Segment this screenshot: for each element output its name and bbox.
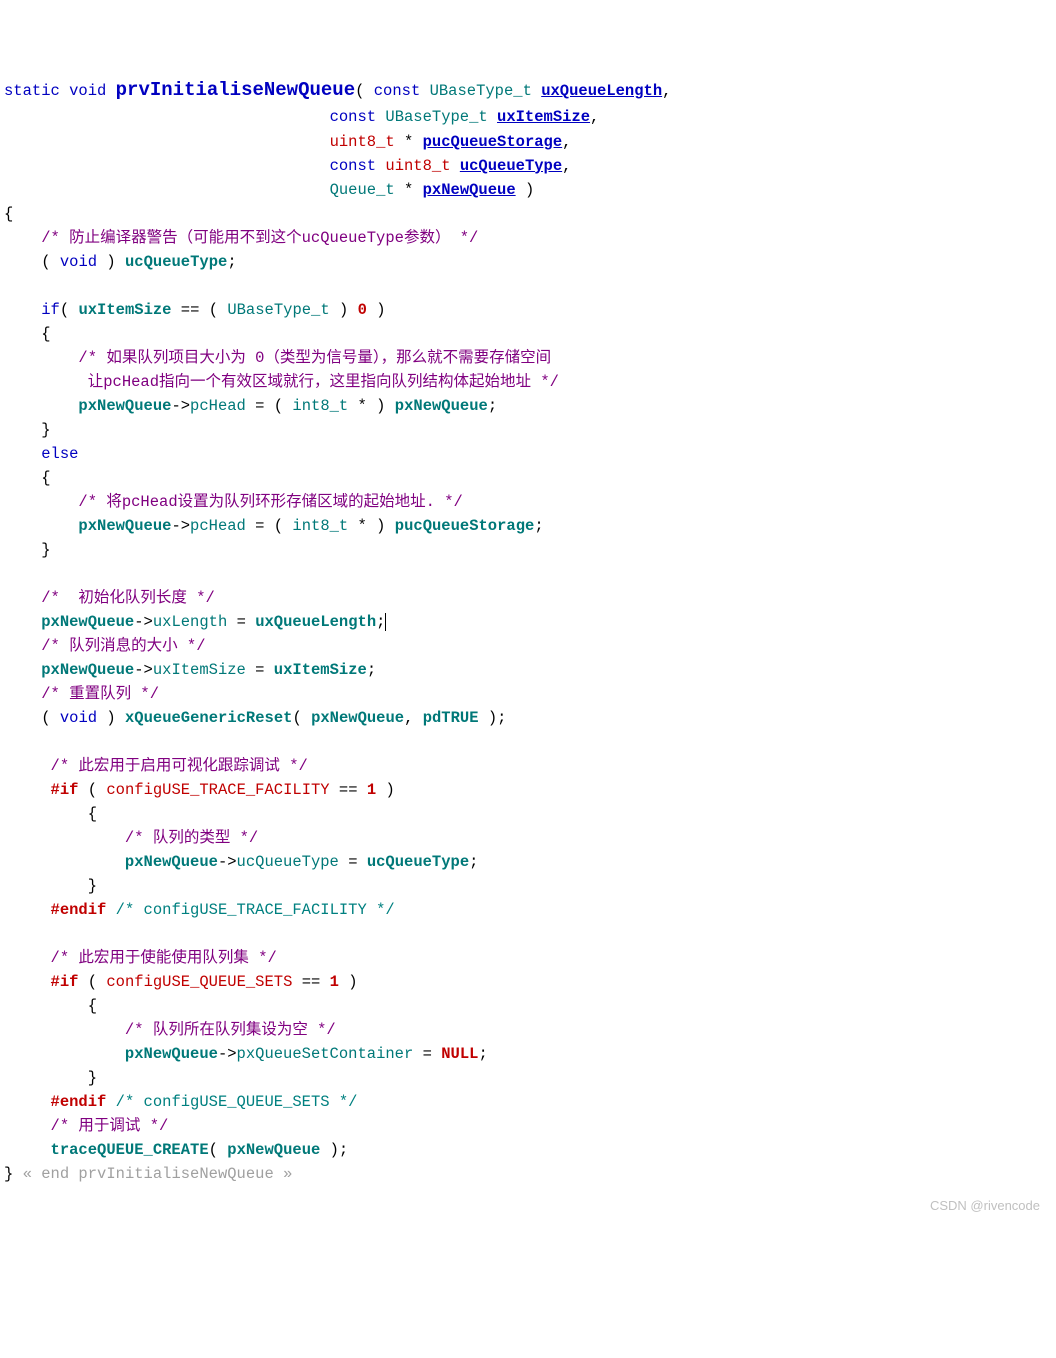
pp-if: #if xyxy=(51,781,79,799)
id-pxNewQueue: pxNewQueue xyxy=(227,1141,320,1159)
id-uxQueueLength: uxQueueLength xyxy=(255,613,376,631)
member-pcHead: pcHead xyxy=(190,397,246,415)
fold-hint: « end prvInitialiseNewQueue » xyxy=(23,1165,293,1183)
type-int8: int8_t xyxy=(292,517,348,535)
kw-const: const xyxy=(330,108,377,126)
text-caret xyxy=(385,613,386,631)
null-literal: NULL xyxy=(441,1045,478,1063)
comment-endif: /* configUSE_QUEUE_SETS */ xyxy=(116,1093,358,1111)
id-uxItemSize: uxItemSize xyxy=(78,301,171,319)
kw-void: void xyxy=(60,253,97,271)
kw-void: void xyxy=(60,709,97,727)
comment: /* 初始化队列长度 */ xyxy=(41,589,215,607)
id-pxNewQueue: pxNewQueue xyxy=(395,397,488,415)
kw-if: if xyxy=(41,301,60,319)
kw-else: else xyxy=(41,445,78,463)
id-ucQueueType: ucQueueType xyxy=(367,853,469,871)
param-ucQueueType: ucQueueType xyxy=(460,157,562,175)
comment-endif: /* configUSE_TRACE_FACILITY */ xyxy=(116,901,395,919)
num-one: 1 xyxy=(330,973,339,991)
id-pxNewQueue: pxNewQueue xyxy=(125,853,218,871)
comment: /* 队列消息的大小 */ xyxy=(41,637,205,655)
param-pxNewQueue: pxNewQueue xyxy=(423,181,516,199)
comment: /* 如果队列项目大小为 0（类型为信号量），那么就不需要存储空间 xyxy=(78,349,551,367)
member-uxItemSize: uxItemSize xyxy=(153,661,246,679)
type-uint8: uint8_t xyxy=(330,133,395,151)
watermark: CSDN @rivencode xyxy=(930,1196,1040,1216)
comment: /* 队列所在队列集设为空 */ xyxy=(125,1021,336,1039)
id-pxNewQueue: pxNewQueue xyxy=(311,709,404,727)
num-one: 1 xyxy=(367,781,376,799)
id-pxNewQueue: pxNewQueue xyxy=(78,517,171,535)
pp-endif: #endif xyxy=(51,901,107,919)
id-ucQueueType: ucQueueType xyxy=(125,253,227,271)
keyword-static: static xyxy=(4,82,60,100)
id-pdTRUE: pdTRUE xyxy=(423,709,479,727)
member-pxQueueSetContainer: pxQueueSetContainer xyxy=(237,1045,414,1063)
type: UBaseType_t xyxy=(385,108,487,126)
member-ucQueueType: ucQueueType xyxy=(237,853,339,871)
param-pucQueueStorage: pucQueueStorage xyxy=(423,133,563,151)
comment: /* 重置队列 */ xyxy=(41,685,159,703)
type-int8: int8_t xyxy=(292,397,348,415)
comment: /* 用于调试 */ xyxy=(51,1117,169,1135)
fn-xQueueGenericReset: xQueueGenericReset xyxy=(125,709,292,727)
macro-qsets: configUSE_QUEUE_SETS xyxy=(106,973,292,991)
keyword-void: void xyxy=(69,82,106,100)
comment: /* 防止编译器警告（可能用不到这个ucQueueType参数） */ xyxy=(41,229,478,247)
comment: 让pcHead指向一个有效区域就行，这里指向队列结构体起始地址 */ xyxy=(78,373,559,391)
type: UBaseType_t xyxy=(227,301,329,319)
id-uxItemSize: uxItemSize xyxy=(274,661,367,679)
member-uxLength: uxLength xyxy=(153,613,227,631)
macro-trace: configUSE_TRACE_FACILITY xyxy=(106,781,329,799)
pp-endif: #endif xyxy=(51,1093,107,1111)
comment: /* 队列的类型 */ xyxy=(125,829,258,847)
type-queue: Queue_t xyxy=(330,181,395,199)
type: UBaseType_t xyxy=(430,82,532,100)
id-pucQueueStorage: pucQueueStorage xyxy=(395,517,535,535)
id-pxNewQueue: pxNewQueue xyxy=(125,1045,218,1063)
id-pxNewQueue: pxNewQueue xyxy=(41,661,134,679)
function-name: prvInitialiseNewQueue xyxy=(116,79,355,101)
code-block: static void prvInitialiseNewQueue( const… xyxy=(4,76,1052,1186)
comment: /* 将pcHead设置为队列环形存储区域的起始地址. */ xyxy=(78,493,462,511)
kw-const: const xyxy=(330,157,377,175)
id-pxNewQueue: pxNewQueue xyxy=(78,397,171,415)
param-uxItemSize: uxItemSize xyxy=(497,108,590,126)
comment: /* 此宏用于启用可视化跟踪调试 */ xyxy=(51,757,308,775)
type-uint8: uint8_t xyxy=(385,157,450,175)
comment: /* 此宏用于使能使用队列集 */ xyxy=(51,949,277,967)
id-pxNewQueue: pxNewQueue xyxy=(41,613,134,631)
pp-if: #if xyxy=(51,973,79,991)
fn-traceQUEUE_CREATE: traceQUEUE_CREATE xyxy=(51,1141,209,1159)
num-zero: 0 xyxy=(358,301,367,319)
param-uxQueueLength: uxQueueLength xyxy=(541,82,662,100)
member-pcHead: pcHead xyxy=(190,517,246,535)
kw-const: const xyxy=(374,82,421,100)
